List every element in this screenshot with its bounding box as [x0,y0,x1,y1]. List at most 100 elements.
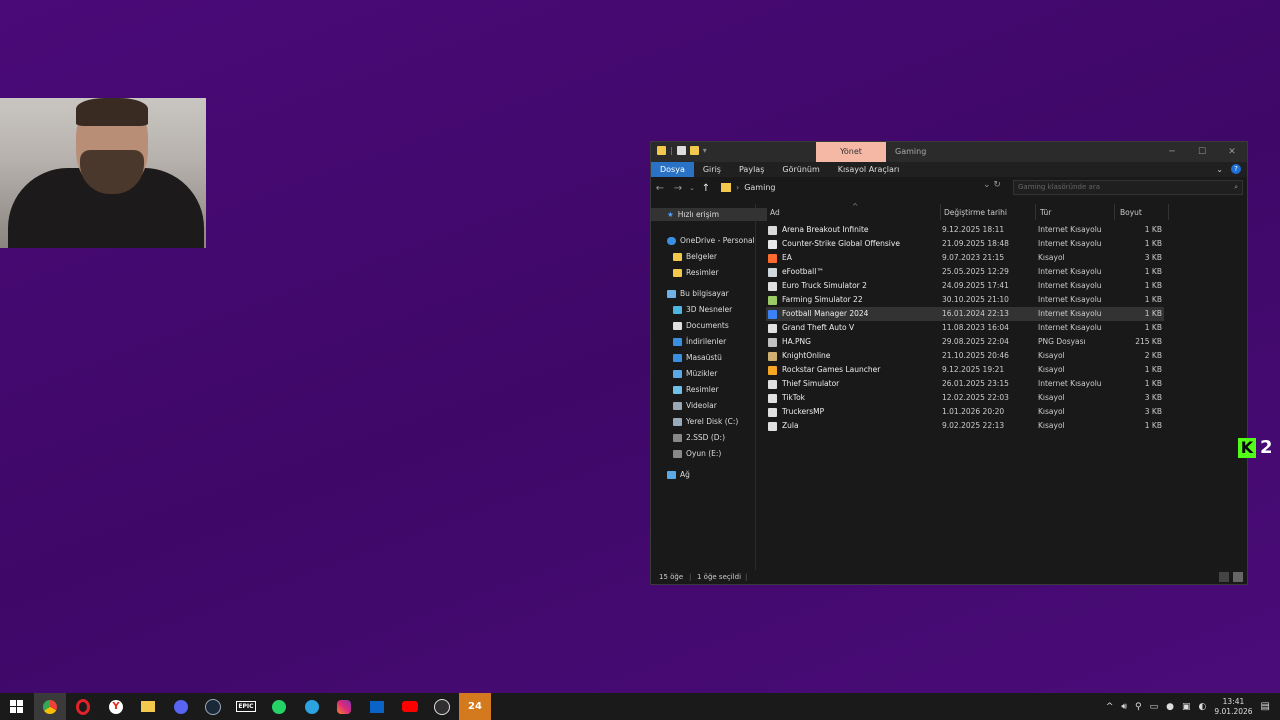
chevron-up-icon[interactable]: ^ [1106,702,1114,712]
battery-icon[interactable]: ▭ [1150,702,1159,712]
nav-disk-e[interactable]: Oyun (E:) [673,449,721,458]
microphone-icon[interactable]: ● [1166,702,1174,712]
breadcrumb[interactable]: Gaming [744,183,775,192]
discord-icon[interactable] [165,693,197,720]
nav-pictures[interactable]: Resimler [673,385,719,394]
context-tab-manage[interactable]: Yönet [816,142,886,162]
nav-disk-c[interactable]: Yerel Disk (C:) [673,417,738,426]
nav-onedrive[interactable]: OneDrive - Personal [667,236,755,245]
nav-od-documents[interactable]: Belgeler [673,252,717,261]
column-header-size[interactable]: Boyut [1120,204,1142,222]
instagram-icon[interactable] [328,693,360,720]
whatsapp-icon[interactable] [263,693,295,720]
nav-network[interactable]: Ağ [667,470,690,479]
quick-access-toolbar[interactable]: | ▾ [657,146,707,155]
table-row[interactable]: Thief Simulator 26.01.2025 23:15 Internet … [766,377,1164,391]
nav-od-pictures[interactable]: Resimler [673,268,719,277]
file-explorer-window[interactable]: | ▾ Yönet Gaming ─ ☐ ✕ Dosya Giriş Payla… [650,141,1248,585]
start-button[interactable] [0,693,32,720]
table-row[interactable]: Arena Breakout Infinite 9.12.2025 18:11 In… [766,223,1164,237]
tab-home[interactable]: Giriş [694,162,730,177]
nav-downloads[interactable]: İndirilenler [673,337,726,346]
forward-icon[interactable]: → [669,183,687,194]
nav-documents[interactable]: Documents [673,321,729,330]
file-date: 12.02.2025 22:03 [942,393,1009,402]
search-icon[interactable]: ⌕ [1234,181,1238,194]
tab-file[interactable]: Dosya [651,162,694,177]
file-icon [768,324,777,333]
file-size: 1 KB [1144,421,1162,430]
youtube-icon[interactable] [394,693,426,720]
file-name: Rockstar Games Launcher [782,365,881,374]
nav-desktop[interactable]: Masaüstü [673,353,722,362]
maximize-icon[interactable]: ☐ [1187,142,1217,162]
table-row[interactable]: Counter-Strike Global Offensive 21.09.202… [766,237,1164,251]
file-date: 30.10.2025 21:10 [942,295,1009,304]
nav-quick-access[interactable]: ★ Hızlı erişim [651,208,767,221]
column-header-name[interactable]: Ad [770,204,780,222]
table-row[interactable]: TikTok 12.02.2025 22:03 Kısayol 3 KB [766,391,1164,405]
title-bar[interactable]: | ▾ Yönet Gaming ─ ☐ ✕ [651,142,1247,162]
minimize-icon[interactable]: ─ [1157,142,1187,162]
table-row[interactable]: Zula 9.02.2025 22:13 Kısayol 1 KB [766,419,1164,433]
table-row[interactable]: eFootball™ 25.05.2025 12:29 Internet Kısay… [766,265,1164,279]
help-icon[interactable]: ? [1231,164,1241,174]
recent-locations-icon[interactable]: ⌄ [687,184,697,192]
app-24-icon[interactable]: 24 [459,693,491,720]
navigation-pane[interactable]: ★ Hızlı erişim OneDrive - Personal Belgel… [651,204,767,570]
expand-ribbon-icon[interactable]: ⌄ [1216,165,1223,174]
nav-music[interactable]: Müzikler [673,369,717,378]
overlay-number: 2 [1260,437,1273,458]
yandex-icon[interactable]: Y [100,693,132,720]
ribbon-tabs[interactable]: Dosya Giriş Paylaş Görünüm Kısayol Araçl… [651,162,1247,177]
obs-icon[interactable] [426,693,458,720]
up-icon[interactable]: ↑ [697,183,715,194]
table-row[interactable]: Farming Simulator 22 30.10.2025 21:10 Inte… [766,293,1164,307]
steam-icon[interactable] [197,693,229,720]
back-icon[interactable]: ← [651,183,669,194]
table-row[interactable]: Euro Truck Simulator 2 24.09.2025 17:41 In… [766,279,1164,293]
tab-shortcut-tools[interactable]: Kısayol Araçları [829,162,909,177]
breadcrumb-chevron-icon[interactable]: › [736,183,739,192]
outlook-icon[interactable] [361,693,393,720]
nav-disk-d[interactable]: 2.SSD (D:) [673,433,725,442]
column-header-type[interactable]: Tür [1040,204,1051,222]
file-type: Kısayol [1038,253,1065,262]
table-row[interactable]: Football Manager 2024 16.01.2024 22:13 Int… [766,307,1164,321]
close-icon[interactable]: ✕ [1217,142,1247,162]
file-name: Farming Simulator 22 [782,295,863,304]
file-type: Internet Kısayolu [1038,239,1102,248]
chrome-icon[interactable] [34,693,66,720]
table-row[interactable]: KnightOnline 21.10.2025 20:46 Kısayol 2 KB [766,349,1164,363]
tab-view[interactable]: Görünüm [773,162,828,177]
address-bar[interactable]: › Gaming [721,180,1005,195]
table-row[interactable]: TruckersMP 1.01.2026 20:20 Kısayol 3 KB [766,405,1164,419]
nav-3d-objects[interactable]: 3D Nesneler [673,305,732,314]
column-header-date[interactable]: Değiştirme tarihi [944,204,1007,222]
network-icon[interactable]: ⚲ [1135,702,1142,712]
nav-this-pc[interactable]: Bu bilgisayar [667,289,729,298]
table-row[interactable]: Rockstar Games Launcher 9.12.2025 19:21 Kı… [766,363,1164,377]
opera-icon[interactable] [67,693,99,720]
search-input[interactable]: Gaming klasöründe ara ⌕ [1013,180,1243,195]
camera-icon[interactable]: ▣ [1182,702,1191,712]
file-list[interactable]: Ad ^ Değiştirme tarihi Tür Boyut Arena B… [756,202,1247,570]
epic-games-icon[interactable]: EPIC [230,693,262,720]
refresh-icon[interactable]: ⌄ ↻ [983,180,1001,190]
tab-share[interactable]: Paylaş [730,162,773,177]
nav-videos[interactable]: Videolar [673,401,717,410]
chevron-down-icon[interactable]: ▾ [703,146,707,155]
new-folder-icon[interactable] [689,146,699,155]
volume-icon[interactable]: 🔊︎ [1121,702,1127,712]
notification-icon[interactable]: ▤ [1261,701,1270,712]
telegram-icon[interactable] [296,693,328,720]
file-explorer-icon[interactable] [132,693,164,720]
clock[interactable]: 13:41 9.01.2026 [1214,697,1252,717]
large-icons-view-icon[interactable] [1233,572,1243,582]
table-row[interactable]: EA 9.07.2023 21:15 Kısayol 3 KB [766,251,1164,265]
speaker-icon[interactable]: ◐ [1199,702,1207,712]
table-row[interactable]: Grand Theft Auto V 11.08.2023 16:04 Intern… [766,321,1164,335]
properties-icon[interactable] [676,146,686,155]
table-row[interactable]: HA.PNG 29.08.2025 22:04 PNG Dosyası 215 KB [766,335,1164,349]
details-view-icon[interactable] [1219,572,1229,582]
